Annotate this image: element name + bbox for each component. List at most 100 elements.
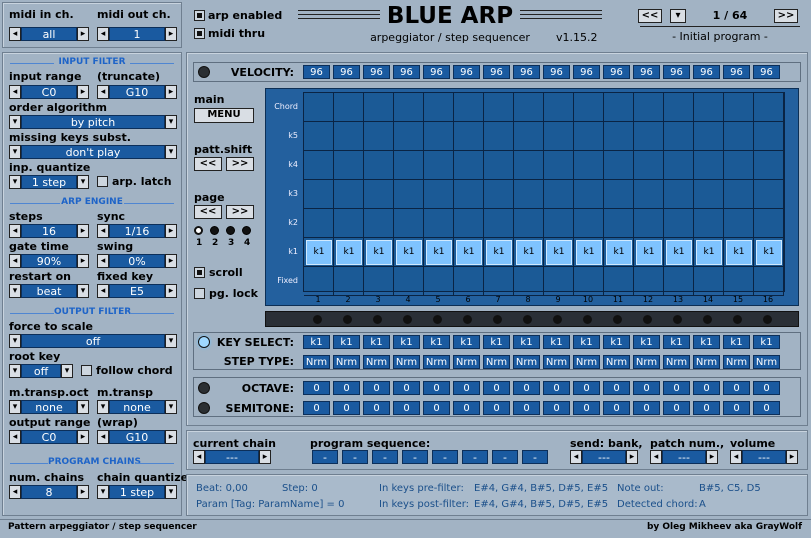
key-select-cell[interactable]: k1	[723, 335, 750, 349]
program-sequence-slot[interactable]: -	[432, 450, 458, 464]
swing-prev[interactable]: ◂	[97, 254, 109, 268]
grid-cell[interactable]	[634, 180, 664, 209]
force-to-scale-value[interactable]: off	[21, 334, 165, 348]
grid-cell[interactable]	[754, 180, 784, 209]
patch-next[interactable]: ▸	[706, 450, 718, 464]
page-right-button[interactable]: >>	[226, 205, 254, 219]
grid-cell[interactable]	[364, 209, 394, 238]
semitone-cell[interactable]: 0	[513, 401, 540, 415]
grid-cell[interactable]	[574, 93, 604, 122]
grid-cell[interactable]	[454, 267, 484, 296]
grid-cell[interactable]	[544, 151, 574, 180]
grid-cell-k1[interactable]: k1	[726, 240, 752, 265]
grid-cell[interactable]	[514, 151, 544, 180]
velocity-cell[interactable]: 96	[693, 65, 720, 79]
patch-prev[interactable]: ◂	[650, 450, 662, 464]
grid-cell[interactable]	[754, 267, 784, 296]
grid-cell[interactable]	[334, 180, 364, 209]
key-select-cell[interactable]: k1	[423, 335, 450, 349]
velocity-cell[interactable]: 96	[303, 65, 330, 79]
key-select-cell[interactable]: k1	[693, 335, 720, 349]
range-high-value[interactable]: G10	[109, 85, 165, 99]
velocity-cell[interactable]: 96	[543, 65, 570, 79]
step-type-cell[interactable]: Nrm	[303, 355, 330, 369]
grid-cell[interactable]	[364, 93, 394, 122]
grid-cell[interactable]	[394, 122, 424, 151]
velocity-cell[interactable]: 96	[393, 65, 420, 79]
sync-prev[interactable]: ◂	[97, 224, 109, 238]
grid-cell[interactable]	[754, 151, 784, 180]
octave-cell[interactable]: 0	[423, 381, 450, 395]
semitone-cell[interactable]: 0	[423, 401, 450, 415]
pg-lock-checkbox[interactable]	[194, 288, 205, 299]
grid-cell[interactable]	[754, 209, 784, 238]
out-low-next[interactable]: ▸	[77, 430, 89, 444]
step-type-cell[interactable]: Nrm	[753, 355, 780, 369]
grid-cell[interactable]	[664, 267, 694, 296]
grid-cell[interactable]	[424, 151, 454, 180]
octave-cell[interactable]: 0	[483, 381, 510, 395]
midi-out-next[interactable]: ▸	[165, 27, 177, 41]
m-transp-value[interactable]: none	[109, 400, 165, 414]
grid-cell[interactable]	[424, 209, 454, 238]
step-type-cell[interactable]: Nrm	[723, 355, 750, 369]
step-type-cell[interactable]: Nrm	[393, 355, 420, 369]
grid-cell[interactable]	[664, 180, 694, 209]
grid-cell-k1[interactable]: k1	[516, 240, 542, 265]
chain-quantize-dropdown-icon[interactable]: ▾	[165, 485, 177, 499]
grid-cell[interactable]	[694, 180, 724, 209]
root-key-dropdown-icon[interactable]: ▾	[61, 364, 73, 378]
grid-cell[interactable]	[364, 180, 394, 209]
semitone-cell[interactable]: 0	[543, 401, 570, 415]
grid-cell[interactable]	[694, 93, 724, 122]
chain-quantize-value[interactable]: 1 step	[109, 485, 165, 499]
m-transp-dropdown-icon[interactable]: ▾	[97, 400, 109, 414]
velocity-cell[interactable]: 96	[753, 65, 780, 79]
grid-cell-k1[interactable]: k1	[396, 240, 422, 265]
grid-cell[interactable]	[454, 209, 484, 238]
grid-cell[interactable]	[394, 209, 424, 238]
grid-cell[interactable]	[454, 151, 484, 180]
grid-cell[interactable]	[484, 122, 514, 151]
semitone-cell[interactable]: 0	[633, 401, 660, 415]
grid-cell[interactable]	[334, 122, 364, 151]
grid-cell[interactable]	[694, 209, 724, 238]
step-type-cell[interactable]: Nrm	[453, 355, 480, 369]
grid-cell[interactable]	[484, 209, 514, 238]
page-left-button[interactable]: <<	[194, 205, 222, 219]
grid-cell-k1[interactable]: k1	[456, 240, 482, 265]
grid-cell[interactable]	[604, 122, 634, 151]
grid-cell[interactable]	[724, 151, 754, 180]
grid-cell[interactable]	[364, 151, 394, 180]
bank-next[interactable]: ▸	[626, 450, 638, 464]
inp-quantize-dropdown-icon[interactable]: ▾	[77, 175, 89, 189]
m-transp-oct-dropdown-icon[interactable]: ▾	[77, 400, 89, 414]
grid-cell[interactable]	[604, 267, 634, 296]
swing-value[interactable]: 0%	[109, 254, 165, 268]
current-chain-prev[interactable]: ◂	[193, 450, 205, 464]
grid-cell[interactable]	[484, 180, 514, 209]
grid-cell[interactable]	[634, 151, 664, 180]
step-type-cell[interactable]: Nrm	[663, 355, 690, 369]
grid-cell[interactable]	[544, 122, 574, 151]
grid-cell[interactable]	[604, 209, 634, 238]
grid-cell[interactable]	[664, 209, 694, 238]
midi-thru-checkbox[interactable]	[194, 28, 205, 39]
velocity-cell[interactable]: 96	[723, 65, 750, 79]
key-select-cell[interactable]: k1	[303, 335, 330, 349]
grid-cell[interactable]	[454, 93, 484, 122]
step-type-cell[interactable]: Nrm	[483, 355, 510, 369]
midi-in-next[interactable]: ▸	[77, 27, 89, 41]
steps-next[interactable]: ▸	[77, 224, 89, 238]
octave-cell[interactable]: 0	[393, 381, 420, 395]
velocity-cell[interactable]: 96	[513, 65, 540, 79]
semitone-cell[interactable]: 0	[573, 401, 600, 415]
semitone-cell[interactable]: 0	[393, 401, 420, 415]
grid-cell[interactable]	[424, 122, 454, 151]
grid-cell[interactable]	[574, 151, 604, 180]
grid-cell[interactable]	[484, 267, 514, 296]
semitone-cell[interactable]: 0	[333, 401, 360, 415]
grid-cell[interactable]	[304, 267, 334, 296]
gate-time-value[interactable]: 90%	[21, 254, 77, 268]
velocity-cell[interactable]: 96	[663, 65, 690, 79]
